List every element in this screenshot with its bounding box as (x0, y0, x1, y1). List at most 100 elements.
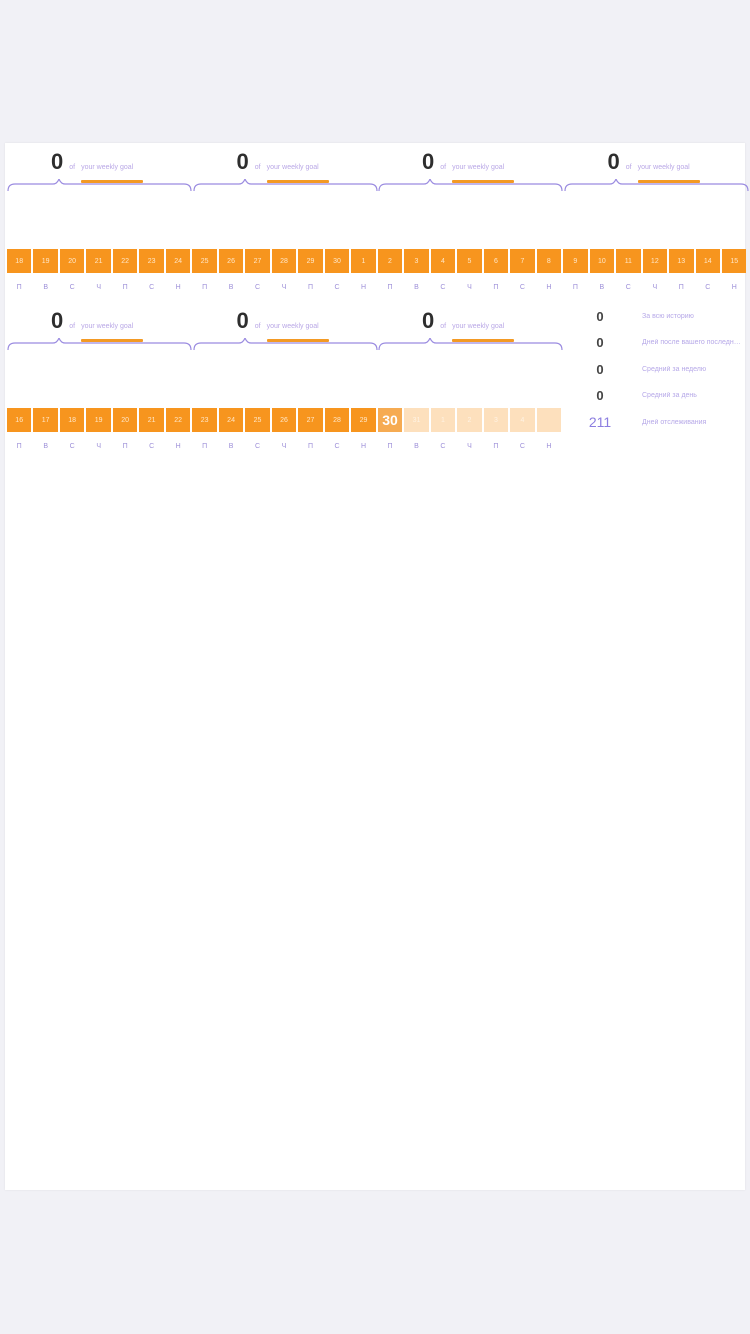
week-count: 0 (422, 149, 435, 174)
weekday-label: П (308, 284, 314, 291)
day-cell[interactable]: 20 (112, 408, 138, 433)
day-cell[interactable]: 4 (430, 249, 456, 274)
of-label: of (440, 164, 447, 171)
day-cell[interactable]: 2 (457, 408, 482, 433)
stat-label: За всю историю (642, 312, 694, 320)
weekday-label: Ч (467, 284, 472, 291)
stat-value: 0 (596, 308, 604, 324)
day-cell[interactable]: 3 (404, 249, 429, 274)
weekday-label: В (414, 443, 419, 450)
day-cell[interactable]: 5 (457, 249, 482, 274)
day-cell[interactable]: 27 (245, 249, 270, 274)
week-brace-icon (192, 179, 378, 192)
week-count: 0 (607, 149, 620, 174)
stat-label: Средний за день (642, 392, 697, 400)
weekday-label: С (625, 284, 631, 291)
row2-day-strip: 16 17 18 19 20 21 22 23 24 25 26 27 28 29 30 31 1 2 3 4 (7, 408, 563, 433)
day-cell[interactable]: 26 (218, 249, 244, 274)
day-cell[interactable]: 13 (669, 249, 694, 274)
day-cell[interactable]: 24 (218, 408, 244, 433)
day-cell[interactable]: 21 (86, 249, 111, 274)
weekday-label: Ч (96, 443, 101, 450)
day-cell[interactable]: 2 (377, 249, 403, 274)
weekday-label: П (493, 443, 499, 450)
stats-panel: 0 За всю историю 0 Дней после вашего пос… (585, 303, 745, 436)
weekly-goal-label: your weekly goal (81, 164, 144, 183)
week-count: 0 (51, 149, 64, 174)
day-cell[interactable]: 19 (86, 408, 111, 433)
day-cell[interactable]: 10 (589, 249, 615, 274)
day-cell[interactable]: 29 (298, 249, 323, 274)
stat-value: 0 (596, 388, 604, 404)
day-cell[interactable]: 23 (192, 408, 217, 433)
weekday-label: Ч (96, 284, 101, 291)
of-label: of (254, 164, 261, 171)
day-cell[interactable]: 29 (351, 408, 376, 433)
weekday-label: С (519, 443, 525, 450)
row1-weekday-strip: ПВСЧПСНПВСЧПСНПВСЧПСНПВСЧПСН (7, 284, 749, 291)
day-cell[interactable]: 7 (510, 249, 535, 274)
day-cell[interactable]: 16 (7, 408, 32, 433)
weekday-label: Ч (281, 284, 287, 291)
of-label: of (69, 164, 76, 171)
day-cell[interactable]: 25 (192, 249, 217, 274)
day-cell[interactable]: 1 (351, 249, 376, 274)
row1-weeks: 0 of your weekly goal 0 of your weekly g… (7, 145, 749, 195)
day-cell[interactable]: 25 (245, 408, 270, 433)
week-goal: 0 of your weekly goal (192, 145, 379, 195)
weekday-label: С (255, 443, 261, 450)
weekday-label: П (202, 443, 208, 450)
week-count: 0 (422, 308, 435, 333)
weekday-label: Н (546, 443, 552, 450)
day-cell[interactable]: 14 (695, 249, 720, 274)
day-cell[interactable]: 15 (722, 249, 747, 274)
day-cell[interactable]: 19 (33, 249, 58, 274)
day-cell[interactable]: 31 (404, 408, 429, 433)
weekday-label: П (493, 284, 499, 291)
weekday-label: П (308, 443, 314, 450)
day-cell[interactable]: 28 (324, 408, 350, 433)
weekday-label: С (334, 443, 340, 450)
weekday-label: Ч (281, 443, 287, 450)
day-cell[interactable]: 24 (165, 249, 191, 274)
day-cell[interactable]: 11 (616, 249, 641, 274)
day-cell[interactable]: 1 (430, 408, 456, 433)
day-cell[interactable]: 30 (324, 249, 350, 274)
day-cell[interactable]: 6 (483, 249, 509, 274)
day-cell[interactable]: 21 (139, 408, 164, 433)
stat-value: 0 (596, 361, 604, 377)
week-brace-icon (378, 179, 563, 192)
weekday-label: Н (360, 284, 367, 291)
weekly-goal-label: your weekly goal (452, 323, 515, 342)
day-cell[interactable]: 4 (510, 408, 535, 433)
weekday-label: Ч (652, 284, 658, 291)
day-cell[interactable]: 12 (642, 249, 668, 274)
weekday-label: С (440, 443, 446, 450)
day-cell[interactable]: 27 (298, 408, 323, 433)
day-cell[interactable]: 8 (536, 249, 562, 274)
day-cell[interactable]: 3 (483, 408, 509, 433)
stat-total: 0 За всю историю (585, 303, 745, 330)
day-cell[interactable]: 9 (563, 249, 588, 274)
week-goal: 0 of your weekly goal (7, 145, 193, 195)
weekday-label: П (16, 443, 22, 450)
day-cell[interactable]: 18 (59, 408, 85, 433)
day-cell[interactable]: 17 (33, 408, 58, 433)
weekday-label: Н (731, 284, 737, 291)
day-cell-today[interactable]: 30 (377, 408, 403, 433)
weekday-label: П (202, 284, 208, 291)
day-cell[interactable] (536, 408, 562, 433)
weekday-label: С (149, 443, 155, 450)
day-cell[interactable]: 22 (112, 249, 138, 274)
day-cell[interactable]: 23 (139, 249, 164, 274)
day-cell[interactable]: 18 (7, 249, 32, 274)
weekday-label: С (149, 284, 155, 291)
day-cell[interactable]: 20 (59, 249, 85, 274)
day-cell[interactable]: 28 (271, 249, 297, 274)
day-cell[interactable]: 26 (271, 408, 297, 433)
weekday-label: С (334, 284, 340, 291)
weekly-stats-card: 0 of your weekly goal 0 of your weekly g… (5, 143, 749, 1190)
week-count: 0 (51, 308, 64, 333)
day-cell[interactable]: 22 (165, 408, 191, 433)
of-label: of (69, 323, 76, 330)
